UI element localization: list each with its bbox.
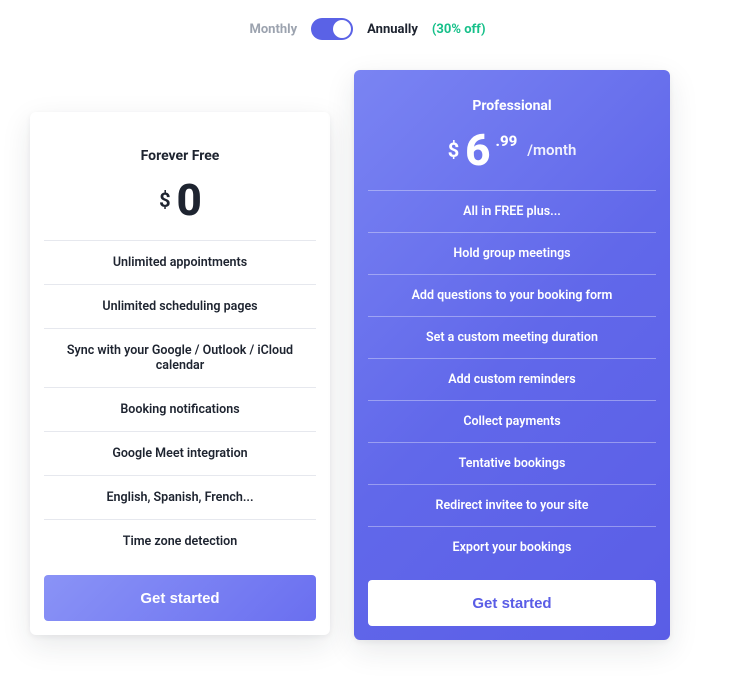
feature-item: Redirect invitee to your site bbox=[368, 484, 656, 526]
billing-toggle-row: Monthly Annually (30% off) bbox=[30, 18, 705, 40]
feature-item: English, Spanish, French... bbox=[44, 475, 316, 519]
billing-monthly-label[interactable]: Monthly bbox=[249, 22, 297, 37]
feature-item: Add custom reminders bbox=[368, 358, 656, 400]
feature-item: Unlimited appointments bbox=[44, 240, 316, 284]
billing-toggle-knob bbox=[333, 20, 351, 38]
price-period: /month bbox=[527, 141, 576, 159]
plan-card-free: Forever Free $ 0 Unlimited appointments … bbox=[30, 112, 330, 635]
feature-item: Export your bookings bbox=[368, 526, 656, 568]
feature-item: Time zone detection bbox=[44, 519, 316, 563]
feature-item: Sync with your Google / Outlook / iCloud… bbox=[44, 328, 316, 387]
currency-symbol: $ bbox=[448, 138, 459, 162]
feature-list-free: Unlimited appointments Unlimited schedul… bbox=[44, 240, 316, 563]
price-amount: 0 bbox=[177, 178, 201, 222]
feature-list-professional: All in FREE plus... Hold group meetings … bbox=[368, 190, 656, 568]
plan-title-professional: Professional bbox=[368, 98, 656, 114]
get-started-button-free[interactable]: Get started bbox=[44, 575, 316, 621]
feature-item: Google Meet integration bbox=[44, 431, 316, 475]
currency-symbol: $ bbox=[159, 188, 170, 212]
feature-item: Tentative bookings bbox=[368, 442, 656, 484]
billing-discount-badge: (30% off) bbox=[432, 22, 486, 37]
feature-item: Set a custom meeting duration bbox=[368, 316, 656, 358]
pricing-cards: Forever Free $ 0 Unlimited appointments … bbox=[30, 70, 705, 640]
plan-price-professional: $ 6 .99 /month bbox=[368, 128, 656, 172]
feature-item: Collect payments bbox=[368, 400, 656, 442]
get-started-button-professional[interactable]: Get started bbox=[368, 580, 656, 626]
feature-item: Booking notifications bbox=[44, 387, 316, 431]
feature-item: All in FREE plus... bbox=[368, 190, 656, 232]
pricing-page: Monthly Annually (30% off) Forever Free … bbox=[0, 0, 735, 640]
plan-title-free: Forever Free bbox=[44, 148, 316, 164]
feature-item: Add questions to your booking form bbox=[368, 274, 656, 316]
plan-card-professional: Professional $ 6 .99 /month All in FREE … bbox=[354, 70, 670, 640]
price-amount: 6 bbox=[465, 128, 489, 172]
billing-annually-label[interactable]: Annually bbox=[367, 22, 418, 37]
price-cents: .99 bbox=[496, 132, 518, 150]
feature-item: Unlimited scheduling pages bbox=[44, 284, 316, 328]
billing-toggle[interactable] bbox=[311, 18, 353, 40]
plan-price-free: $ 0 bbox=[44, 178, 316, 222]
feature-item: Hold group meetings bbox=[368, 232, 656, 274]
